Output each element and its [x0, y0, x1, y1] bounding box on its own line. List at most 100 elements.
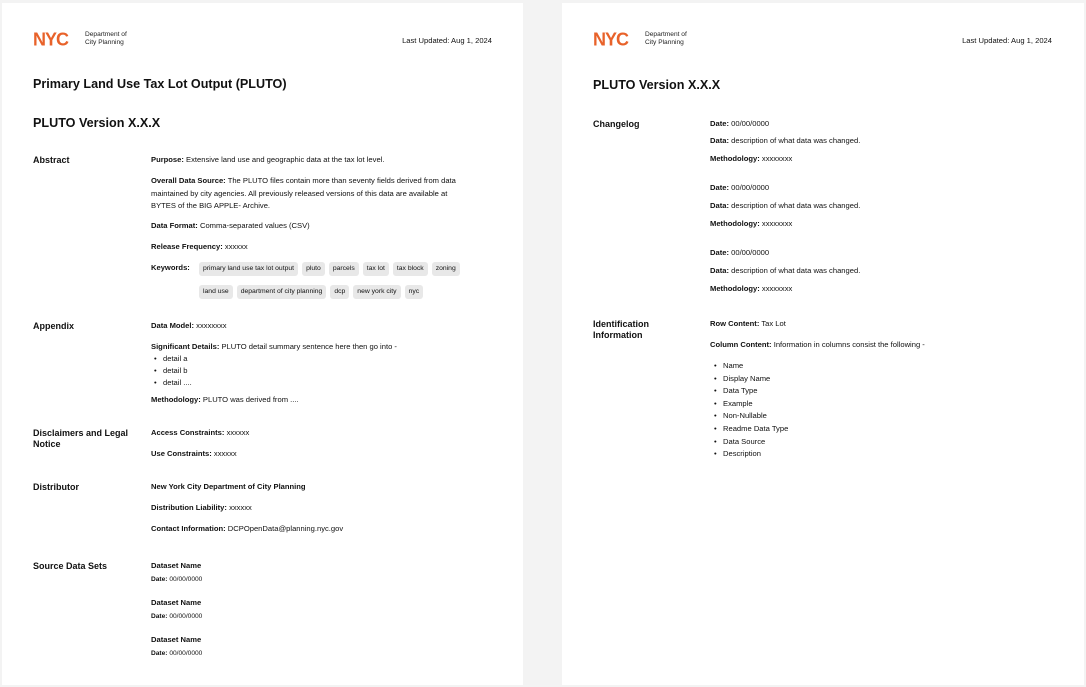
svg-text:NYC: NYC	[593, 31, 629, 47]
last-updated: Last Updated: Aug 1, 2024	[962, 36, 1052, 45]
changelog-methodology: Methodology: xxxxxxxx	[710, 219, 793, 228]
access-label: Access Constraints:	[151, 428, 225, 437]
dataset-name: Dataset Name	[151, 561, 202, 570]
keyword-chip[interactable]: nyc	[404, 285, 424, 299]
keywords-label: Keywords:	[151, 263, 190, 272]
changelog-date: Date: 00/00/0000	[710, 248, 770, 257]
model-label: Data Model:	[151, 321, 195, 330]
list-item: detail a	[151, 353, 192, 365]
identification-label: Identification Information	[593, 319, 649, 340]
changelog-data: Data: description of what data was chang…	[710, 136, 861, 145]
last-updated: Last Updated: Aug 1, 2024	[402, 36, 492, 45]
contact-information-field: Contact Information: DCPOpenData@plannin…	[151, 523, 343, 536]
contact-email-link[interactable]: DCPOpenData@planning.nyc.gov	[228, 524, 343, 533]
metadata-page-2: NYC Department of City Planning Last Upd…	[562, 3, 1084, 685]
use-label: Use Constraints:	[151, 449, 212, 458]
liability-value: xxxxxx	[229, 503, 252, 512]
contact-label: Contact Information:	[151, 524, 226, 533]
changelog-date: Date: 00/00/0000	[710, 119, 770, 128]
changelog-date: Date: 00/00/0000	[710, 183, 770, 192]
distributor-label: Distributor	[33, 482, 79, 492]
row-content-field: Row Content: Tax Lot	[710, 318, 786, 331]
changelog-methodology: Methodology: xxxxxxxx	[710, 284, 793, 293]
list-item: detail b	[151, 365, 192, 377]
keyword-chip[interactable]: dcp	[330, 285, 350, 299]
methodology-value: PLUTO was derived from ....	[202, 395, 299, 404]
keyword-chip[interactable]: tax lot	[362, 262, 389, 276]
keyword-chip[interactable]: land use	[199, 285, 233, 299]
changelog-data: Data: description of what data was chang…	[710, 201, 861, 210]
column-content-field: Column Content: Information in columns c…	[710, 339, 925, 352]
access-value: xxxxxx	[226, 428, 250, 437]
nyc-planning-logo[interactable]: NYC Department of City Planning	[593, 31, 687, 47]
page-title: Primary Land Use Tax Lot Output (PLUTO)	[33, 77, 287, 91]
dataset-date: Date: 00/00/0000	[151, 650, 203, 657]
keyword-chip[interactable]: new york city	[353, 285, 401, 299]
keywords-row-2: land use department of city planning dcp…	[199, 285, 424, 299]
details-label: Significant Details:	[151, 342, 220, 351]
distribution-liability-field: Distribution Liability: xxxxxx	[151, 502, 252, 515]
list-item: Data Source	[711, 436, 788, 449]
keyword-chip[interactable]: zoning	[431, 262, 460, 276]
frequency-value: xxxxxx	[224, 242, 248, 251]
source-line-3: BYTES of the BIG APPLE- Archive.	[151, 201, 271, 210]
access-constraints-field: Access Constraints: xxxxxx	[151, 427, 249, 440]
changelog-data: Data: description of what data was chang…	[710, 266, 861, 275]
data-format-field: Data Format: Comma-separated values (CSV…	[151, 220, 310, 233]
overall-source-field: Overall Data Source: The PLUTO files con…	[151, 175, 501, 213]
liability-label: Distribution Liability:	[151, 503, 227, 512]
dataset-date: Date: 00/00/0000	[151, 613, 203, 620]
dept-line-1: Department of	[85, 31, 127, 38]
purpose-field: Purpose: Extensive land use and geograph…	[151, 154, 384, 167]
dept-line-2: City Planning	[645, 39, 684, 46]
format-label: Data Format:	[151, 221, 198, 230]
abstract-label: Abstract	[33, 155, 70, 165]
dataset-date: Date: 00/00/0000	[151, 576, 203, 583]
methodology-label: Methodology:	[151, 395, 201, 404]
list-item: Readme Data Type	[711, 423, 788, 436]
version-heading: PLUTO Version X.X.X	[33, 116, 161, 130]
release-frequency-field: Release Frequency: xxxxxx	[151, 241, 248, 254]
use-constraints-field: Use Constraints: xxxxxx	[151, 448, 237, 461]
list-item: Non-Nullable	[711, 410, 788, 423]
nyc-logo-icon: NYC	[593, 31, 630, 47]
source-data-sets-label: Source Data Sets	[33, 561, 108, 571]
methodology-field: Methodology: PLUTO was derived from ....	[151, 394, 299, 407]
source-label: Overall Data Source:	[151, 176, 226, 185]
column-label: Column Content:	[710, 340, 772, 349]
metadata-page-1: NYC Department of City Planning Last Upd…	[2, 3, 523, 685]
column-value: Information in columns consist the follo…	[773, 340, 925, 349]
disclaimers-label: Disclaimers and Legal Notice	[33, 428, 129, 449]
dept-line-1: Department of	[645, 31, 687, 38]
keyword-chip[interactable]: pluto	[302, 262, 325, 276]
keyword-chip[interactable]: tax block	[392, 262, 428, 276]
columns-list: Name Display Name Data Type Example Non-…	[711, 360, 788, 461]
keyword-chip[interactable]: primary land use tax lot output	[199, 262, 299, 276]
department-name: Department of City Planning	[645, 31, 687, 47]
format-value: Comma-separated values (CSV)	[199, 221, 310, 230]
list-item: Example	[711, 398, 788, 411]
row-value: Tax Lot	[761, 319, 786, 328]
list-item: Name	[711, 360, 788, 373]
changelog-methodology: Methodology: xxxxxxxx	[710, 154, 793, 163]
details-value: PLUTO detail summary sentence here then …	[221, 342, 397, 351]
appendix-label: Appendix	[33, 321, 75, 331]
keyword-chip[interactable]: department of city planning	[236, 285, 327, 299]
list-item: detail ....	[151, 377, 192, 389]
list-item: Description	[711, 448, 788, 461]
list-item: Display Name	[711, 373, 788, 386]
significant-details-field: Significant Details: PLUTO detail summar…	[151, 341, 397, 354]
dataset-name: Dataset Name	[151, 598, 202, 607]
keyword-chip[interactable]: parcels	[328, 262, 359, 276]
frequency-label: Release Frequency:	[151, 242, 223, 251]
source-line-1: The PLUTO files contain more than sevent…	[227, 176, 456, 185]
department-name: Department of City Planning	[85, 31, 127, 47]
dataset-name: Dataset Name	[151, 635, 202, 644]
nyc-planning-logo[interactable]: NYC Department of City Planning	[33, 31, 127, 47]
purpose-value: Extensive land use and geographic data a…	[186, 155, 385, 164]
model-value: xxxxxxxx	[196, 321, 227, 330]
dept-line-2: City Planning	[85, 39, 124, 46]
details-list: detail a detail b detail ....	[151, 353, 192, 389]
data-model-field: Data Model: xxxxxxxx	[151, 320, 227, 333]
svg-text:NYC: NYC	[33, 31, 69, 47]
